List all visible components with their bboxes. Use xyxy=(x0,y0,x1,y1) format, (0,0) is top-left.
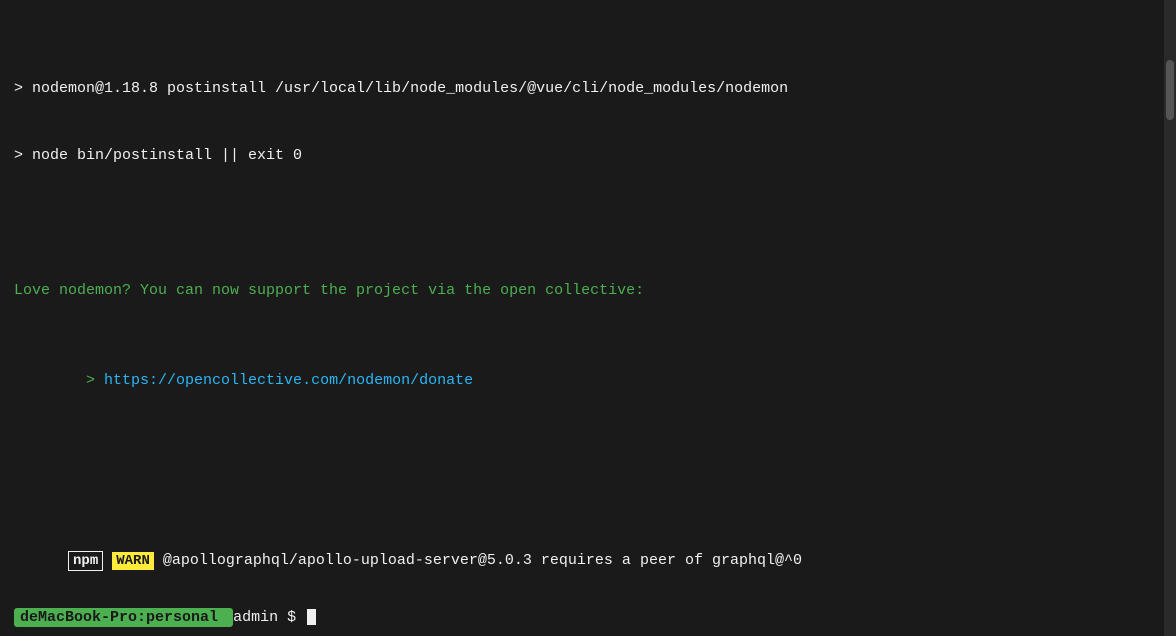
prompt-name-text: deMacBook-Pro:personal xyxy=(20,609,218,626)
output-line-4: Love nodemon? You can now support the pr… xyxy=(14,280,1162,303)
prompt-user: admin xyxy=(233,609,278,626)
output-line-2: > node bin/postinstall || exit 0 xyxy=(14,145,1162,168)
prompt-hostname: deMacBook-Pro:personal xyxy=(14,608,233,627)
npm-badge: npm xyxy=(68,551,103,571)
terminal-prompt: deMacBook-Pro:personal admin $ xyxy=(14,609,316,626)
warn-badge: WARN xyxy=(112,552,154,570)
terminal-cursor xyxy=(307,609,316,625)
output-line-6 xyxy=(14,460,1162,483)
nodemon-donate-link[interactable]: https://opencollective.com/nodemon/donat… xyxy=(104,372,473,389)
output-line-5: > https://opencollective.com/nodemon/don… xyxy=(14,348,1162,416)
output-line-1: > nodemon@1.18.8 postinstall /usr/local/… xyxy=(14,78,1162,101)
scrollbar[interactable] xyxy=(1164,0,1176,636)
terminal: > nodemon@1.18.8 postinstall /usr/local/… xyxy=(0,0,1176,636)
prompt-symbol: $ xyxy=(287,609,305,626)
scrollbar-thumb[interactable] xyxy=(1166,60,1174,120)
warn-text-1: @apollographql/apollo-upload-server@5.0.… xyxy=(154,552,802,569)
output-line-3 xyxy=(14,213,1162,236)
link-prefix: > xyxy=(68,372,104,389)
terminal-output: > nodemon@1.18.8 postinstall /usr/local/… xyxy=(14,10,1162,636)
output-line-7: npm WARN @apollographql/apollo-upload-se… xyxy=(14,528,1162,596)
